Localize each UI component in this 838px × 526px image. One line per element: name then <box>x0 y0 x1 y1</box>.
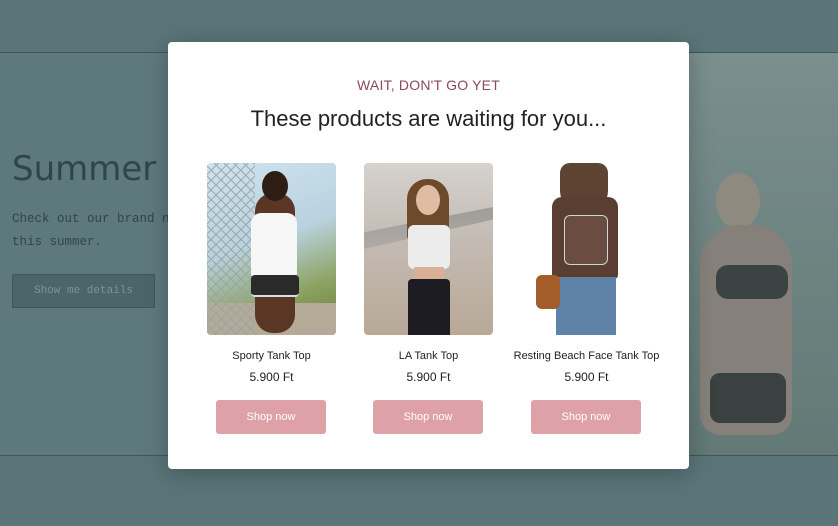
product-card: Resting Beach Face Tank Top 5.900 Ft Sho… <box>493 163 659 438</box>
modal-headline: These products are waiting for you... <box>250 106 607 131</box>
product-image[interactable] <box>522 163 651 335</box>
modal-eyebrow: WAIT, DON'T GO YET <box>357 77 500 93</box>
shop-now-button[interactable]: Shop now <box>216 400 326 434</box>
shop-now-button[interactable]: Shop now <box>531 400 641 434</box>
product-price: 5.900 Ft <box>564 370 609 384</box>
hero-title: Summer ' <box>12 149 177 189</box>
hero-text: Check out our brand n this summer. <box>12 212 170 249</box>
hero-photo <box>688 53 838 455</box>
product-card: LA Tank Top 5.900 Ft Shop now <box>335 163 493 438</box>
product-card: Sporty Tank Top 5.900 Ft Shop now <box>178 163 336 438</box>
product-image[interactable] <box>364 163 493 335</box>
product-name[interactable]: Resting Beach Face Tank Top <box>493 350 680 362</box>
show-details-button[interactable]: Show me details <box>12 274 155 308</box>
shop-now-button[interactable]: Shop now <box>373 400 483 434</box>
product-image[interactable] <box>207 163 336 335</box>
exit-intent-modal: WAIT, DON'T GO YET These products are wa… <box>168 42 689 469</box>
